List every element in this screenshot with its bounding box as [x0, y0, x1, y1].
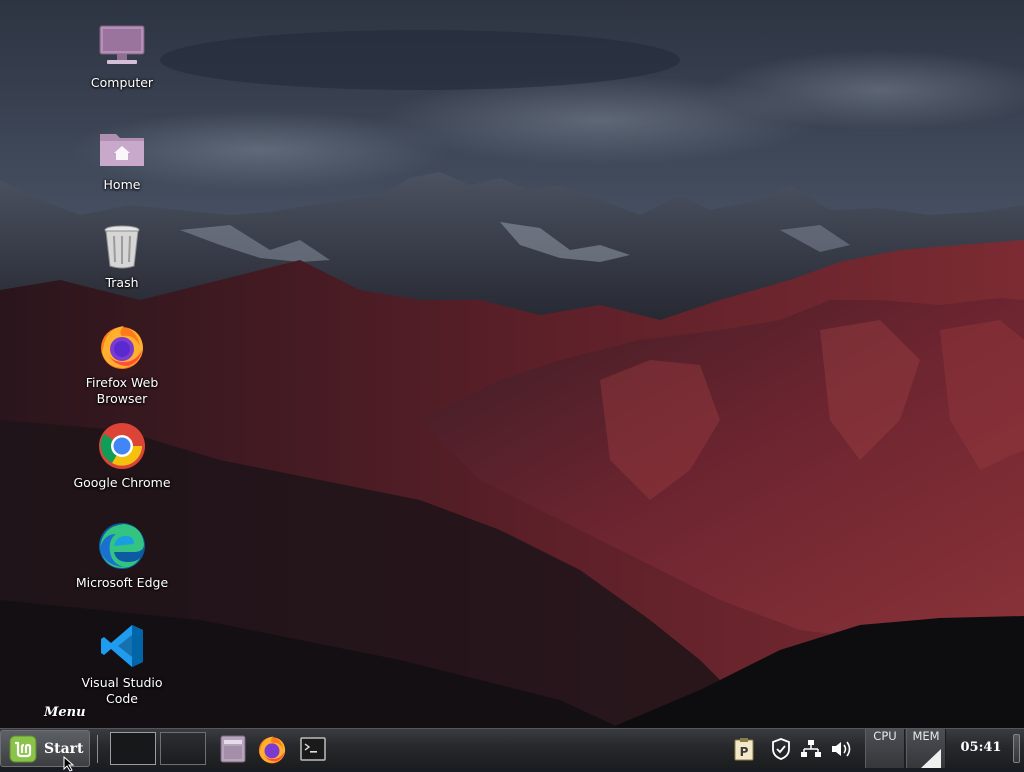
- desktop-icon-label: Visual Studio Code: [81, 675, 163, 706]
- edge-icon: [96, 520, 148, 572]
- network-tray[interactable]: [798, 735, 824, 763]
- panel-separator: [97, 735, 98, 763]
- trash-can-icon: [96, 220, 148, 272]
- desktop-icon-label: Microsoft Edge: [75, 575, 169, 590]
- firefox-launcher[interactable]: [257, 733, 287, 765]
- network-icon: [801, 740, 821, 757]
- desktop-icon-label: Google Chrome: [73, 475, 171, 490]
- clipboard-manager-icon: P: [734, 738, 754, 761]
- desktop-icon-firefox[interactable]: Firefox Web Browser: [72, 320, 172, 407]
- memory-usage-fill: [921, 749, 941, 768]
- workspace-switcher-2[interactable]: [160, 732, 206, 765]
- chrome-icon: [96, 420, 148, 472]
- start-menu-button[interactable]: Start: [0, 730, 90, 772]
- menu-tooltip: Menu: [44, 705, 86, 720]
- file-manager-launcher[interactable]: [218, 733, 248, 765]
- file-manager-icon: [220, 735, 246, 763]
- svg-text:P: P: [740, 745, 749, 759]
- desktop-icon-chrome[interactable]: Google Chrome: [72, 420, 172, 491]
- vscode-icon: [96, 620, 148, 672]
- desktop-icon-edge[interactable]: Microsoft Edge: [72, 520, 172, 591]
- desktop-icon-label: Firefox Web Browser: [85, 375, 159, 406]
- cpu-monitor-graph[interactable]: CPU: [865, 729, 905, 768]
- panel-clock[interactable]: 05:41: [956, 729, 1006, 767]
- desktop-icon-home[interactable]: Home: [72, 122, 172, 193]
- taskbar-panel: Start P CPU MEM 05:41: [0, 728, 1024, 772]
- firefox-icon: [258, 736, 286, 764]
- clipboard-manager-tray[interactable]: P: [731, 735, 757, 763]
- firefox-icon: [96, 320, 148, 372]
- desktop-icon-trash[interactable]: Trash: [72, 220, 172, 291]
- show-desktop-button[interactable]: [1013, 734, 1020, 763]
- memory-monitor-graph[interactable]: MEM: [906, 729, 946, 768]
- desktop-icon-vscode[interactable]: Visual Studio Code: [72, 620, 172, 707]
- desktop-icon-label: Computer: [90, 75, 154, 90]
- volume-tray[interactable]: [828, 735, 854, 763]
- home-folder-icon: [96, 122, 148, 174]
- computer-monitor-icon: [96, 20, 148, 72]
- desktop-icon-label: Home: [103, 177, 141, 192]
- update-shield-icon: [772, 738, 790, 760]
- terminal-icon: [300, 737, 326, 761]
- mouse-pointer-icon: [63, 756, 75, 772]
- desktop-icon-computer[interactable]: Computer: [72, 20, 172, 91]
- desktop-icon-label: Trash: [105, 275, 139, 290]
- linux-mint-logo-icon: [9, 735, 37, 762]
- workspace-switcher-1[interactable]: [110, 732, 156, 765]
- start-menu-label: Start: [44, 740, 84, 757]
- update-manager-tray[interactable]: [768, 735, 794, 763]
- volume-icon: [832, 741, 851, 757]
- cpu-label: CPU: [873, 729, 897, 743]
- terminal-launcher[interactable]: [298, 733, 328, 765]
